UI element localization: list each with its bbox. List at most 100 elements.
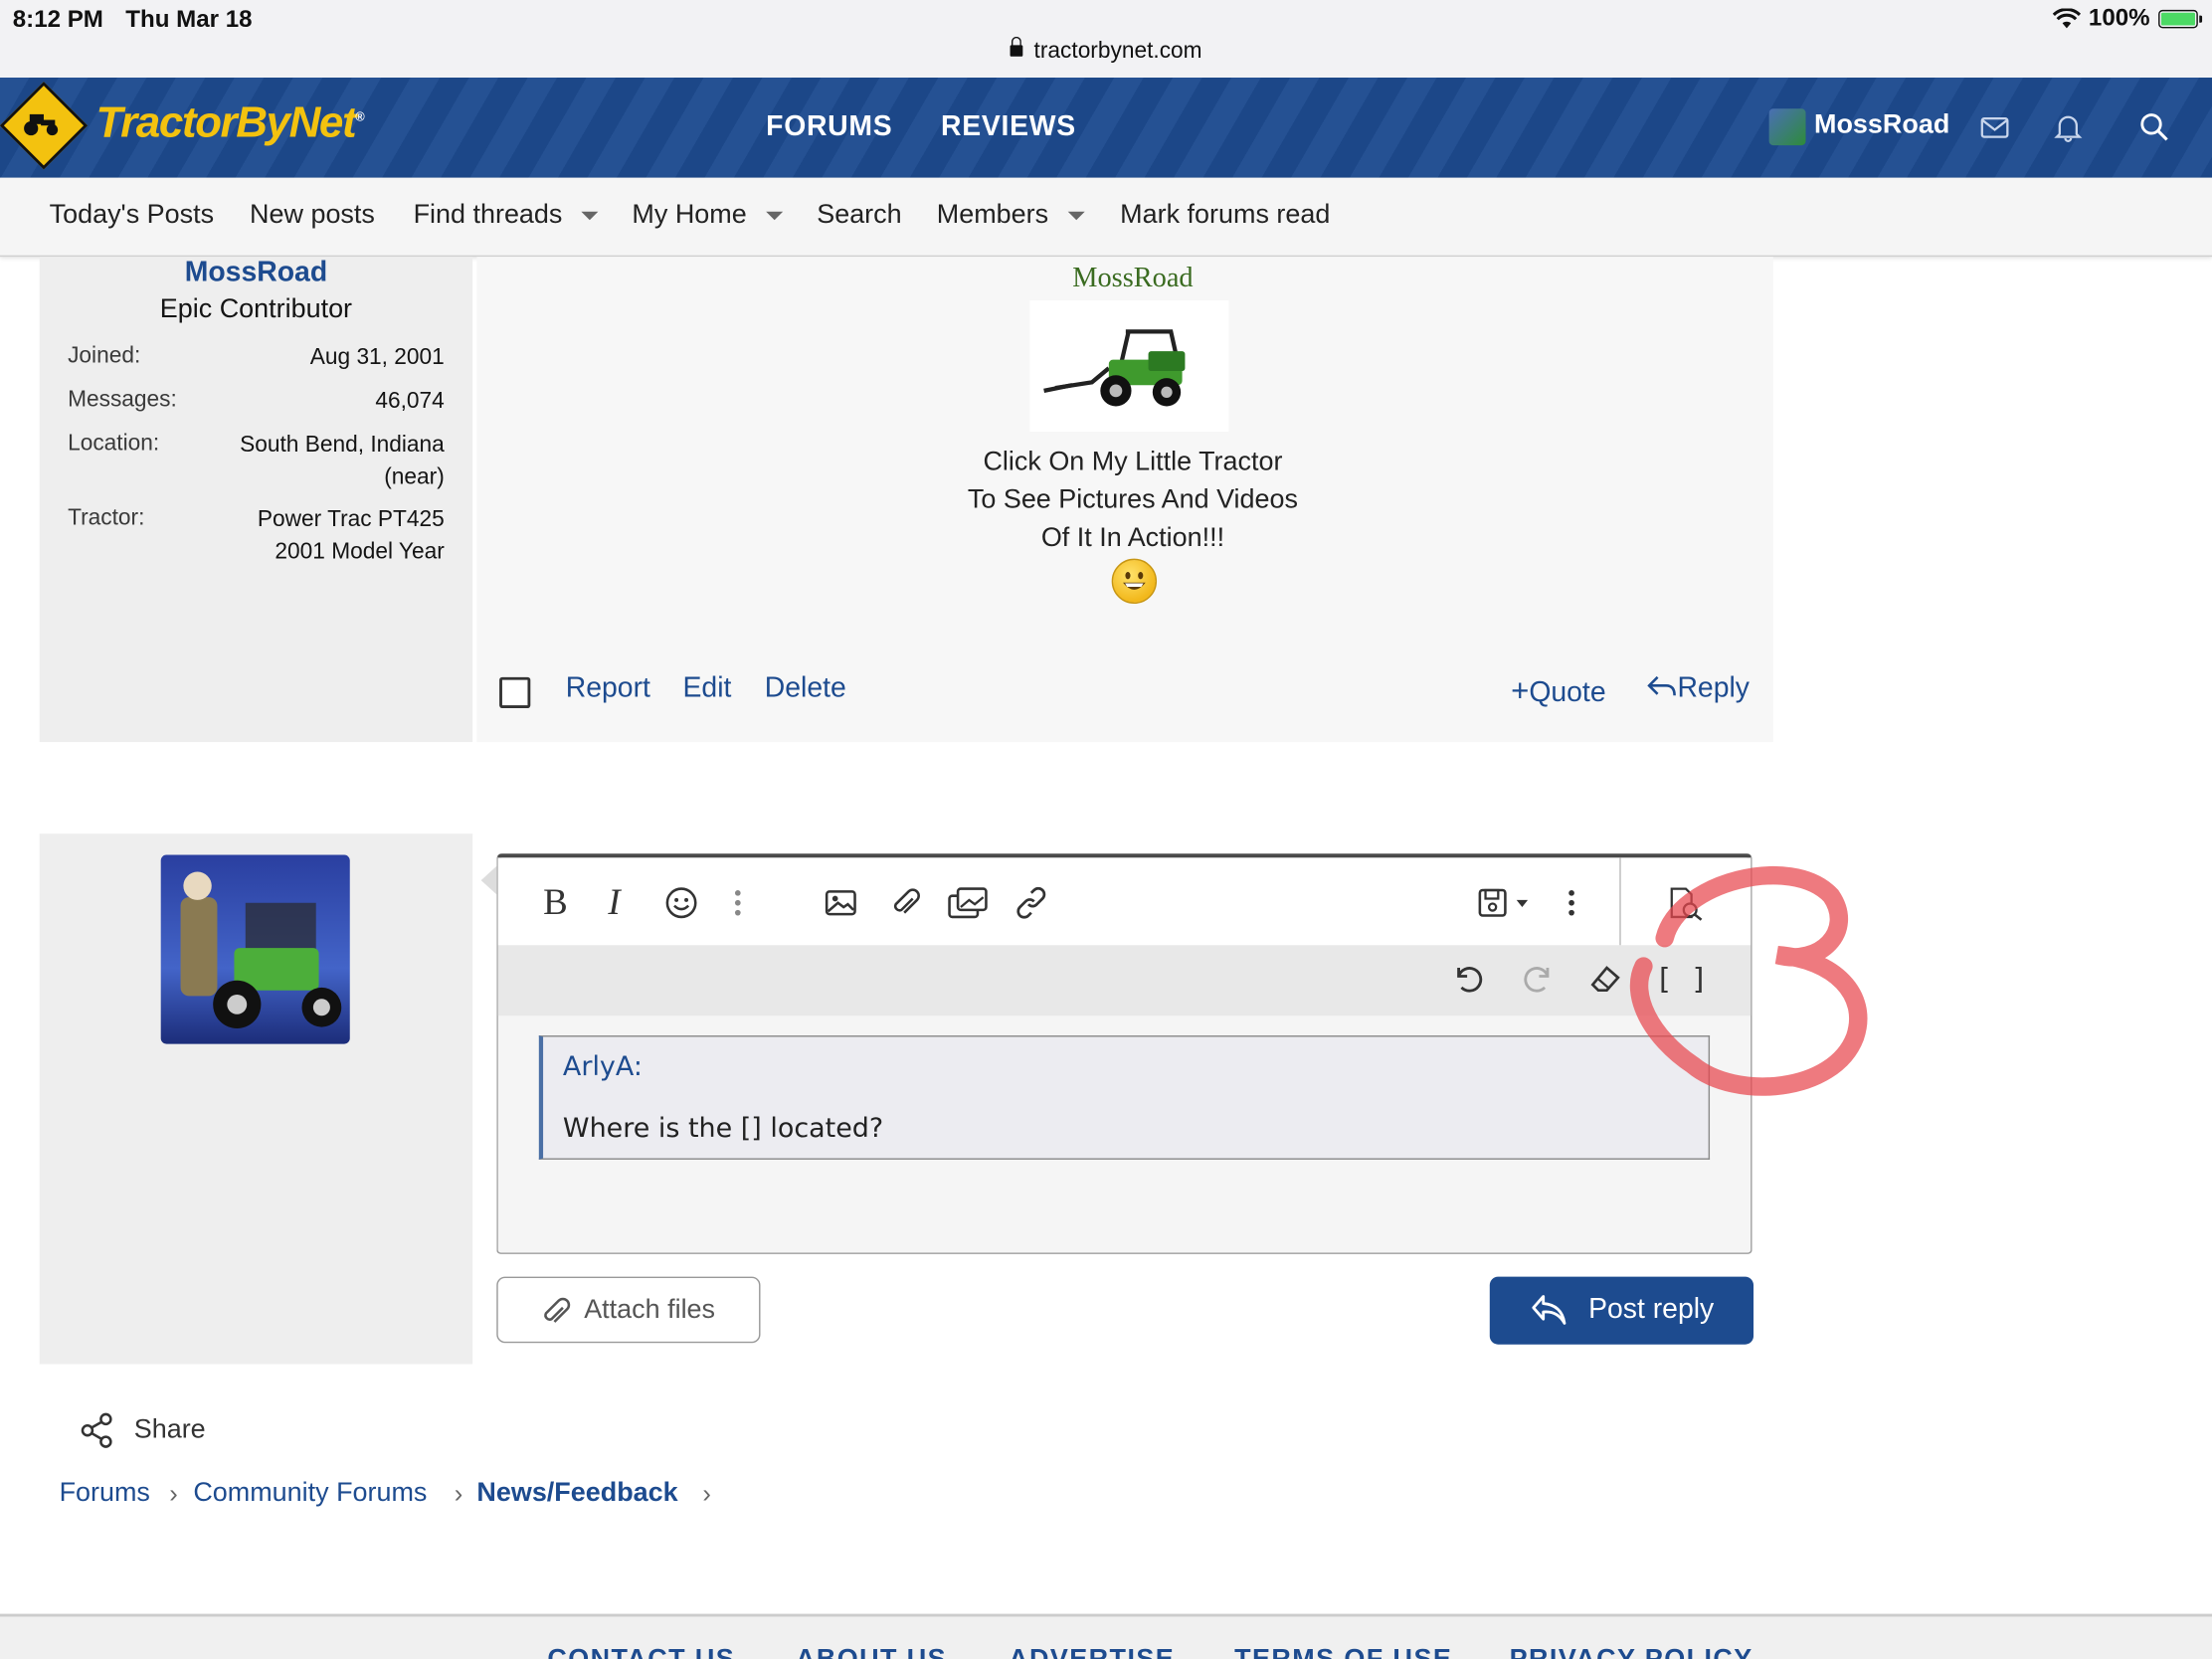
bell-icon[interactable]: [2053, 111, 2084, 142]
search-icon[interactable]: [2138, 111, 2169, 142]
stat-value-messages[interactable]: 46,074: [375, 385, 444, 418]
chevron-down-icon[interactable]: [581, 211, 599, 221]
post-body: MossRoad Click On My Little Tractor To S…: [476, 257, 1773, 743]
select-post-checkbox[interactable]: [499, 676, 531, 709]
subnav-new-posts[interactable]: New posts: [250, 200, 375, 231]
undo-icon[interactable]: [1452, 962, 1486, 996]
attach-files-button[interactable]: Attach files: [496, 1276, 761, 1344]
footer-contact-us[interactable]: CONTACT US: [547, 1645, 735, 1659]
quote-text: Where is the [] located?: [562, 1113, 884, 1145]
signature-text: Click On My Little Tractor To See Pictur…: [476, 443, 1788, 557]
stat-value-joined: Aug 31, 2001: [309, 345, 445, 370]
tractor-illustration: [1043, 329, 1186, 407]
address-bar[interactable]: tractorbynet.com: [0, 36, 2212, 66]
signature-line: Click On My Little Tractor: [983, 447, 1283, 477]
header-username[interactable]: MossRoad: [1814, 110, 1949, 141]
share-label[interactable]: Share: [134, 1415, 206, 1446]
stat-key-location: Location:: [68, 432, 160, 457]
status-time: 8:12 PM: [12, 5, 103, 33]
subnav-search[interactable]: Search: [817, 200, 901, 231]
user-avatar[interactable]: [160, 854, 350, 1044]
subnav-find-threads[interactable]: Find threads: [414, 200, 563, 231]
ios-status-bar: 8:12 PM Thu Mar 18 tractorbynet.com 100%: [0, 0, 2212, 79]
subnav-mark-forums-read[interactable]: Mark forums read: [1120, 200, 1330, 231]
post-user-title: Epic Contributor: [159, 294, 353, 325]
subnav-todays-posts[interactable]: Today's Posts: [50, 200, 214, 231]
editor-pointer: [480, 865, 497, 895]
breadcrumb-news-feedback[interactable]: News/Feedback: [476, 1478, 677, 1509]
more-options-icon[interactable]: [1566, 889, 1576, 917]
site-header: TractorByNet® FORUMS REVIEWS MossRoad: [0, 78, 2212, 178]
report-link[interactable]: Report: [566, 673, 650, 706]
sub-navigation: Today's Posts New posts Find threads My …: [0, 177, 2212, 258]
post-reply-label: Post reply: [1588, 1293, 1715, 1325]
redo-icon[interactable]: [1521, 962, 1555, 996]
stat-key-tractor: Tractor:: [68, 506, 145, 531]
reply-user-panel: [39, 833, 473, 1365]
envelope-icon[interactable]: [1979, 111, 2010, 142]
site-logo[interactable]: TractorByNet®: [95, 97, 364, 148]
reply-arrow-icon: [1647, 675, 1676, 696]
quote-link[interactable]: +Quote: [1511, 673, 1606, 710]
media-icon[interactable]: [947, 884, 990, 921]
link-icon[interactable]: [1013, 886, 1049, 920]
subnav-members[interactable]: Members: [937, 200, 1048, 231]
footer-advertise[interactable]: ADVERTISE: [1009, 1645, 1175, 1659]
status-right: 100%: [2052, 4, 2203, 32]
delete-link[interactable]: Delete: [765, 673, 846, 706]
nav-forums[interactable]: FORUMS: [766, 111, 892, 144]
stat-value-location: South Bend, Indiana (near): [240, 433, 445, 490]
tractor-silhouette-icon: [24, 113, 59, 136]
status-date: Thu Mar 18: [125, 5, 253, 33]
attach-files-label: Attach files: [584, 1295, 716, 1325]
stat-key-messages: Messages:: [68, 388, 177, 413]
lock-icon: [1010, 36, 1023, 57]
chevron-right-icon: ›: [702, 1479, 711, 1509]
edit-link[interactable]: Edit: [682, 673, 731, 706]
wifi-icon: [2052, 7, 2081, 28]
nav-reviews[interactable]: REVIEWS: [941, 111, 1076, 144]
breadcrumb-community-forums[interactable]: Community Forums: [193, 1478, 427, 1509]
more-vertical-icon[interactable]: [732, 889, 743, 917]
grinning-emoji-icon: [1111, 558, 1158, 605]
chevron-right-icon: ›: [169, 1479, 178, 1509]
editor-toolbar-row1: B I: [497, 857, 1751, 946]
battery-percent: 100%: [2088, 4, 2150, 32]
footer-privacy-policy[interactable]: PRIVACY POLICY: [1510, 1645, 1753, 1659]
quote-block[interactable]: ArlyA: Where is the [] located?: [538, 1035, 1711, 1160]
save-draft-icon[interactable]: [1477, 887, 1534, 918]
image-icon[interactable]: [824, 887, 857, 918]
signature-line: Of It In Action!!!: [1040, 523, 1225, 554]
subnav-my-home[interactable]: My Home: [632, 200, 746, 231]
editor-toolbar-row2: [ ]: [497, 945, 1751, 1016]
stat-key-joined: Joined:: [68, 344, 141, 369]
reply-link[interactable]: Reply: [1646, 673, 1750, 706]
paperclip-icon: [544, 1297, 571, 1323]
user-avatar-small[interactable]: [1768, 108, 1806, 146]
post-username[interactable]: MossRoad: [40, 257, 472, 289]
signature-line: To See Pictures And Videos: [967, 484, 1298, 515]
chevron-right-icon: ›: [454, 1479, 463, 1509]
post-user-info: MossRoad Epic Contributor Joined: Aug 31…: [39, 257, 473, 743]
site-footer: CONTACT US ABOUT US ADVERTISE TERMS OF U…: [0, 1613, 2212, 1659]
reply-editor: B I [ ] ArlyA: Where is the [] located?: [496, 853, 1752, 1254]
breadcrumb-forums[interactable]: Forums: [60, 1478, 150, 1509]
plus-icon: +: [1511, 672, 1530, 709]
url-text: tractorbynet.com: [1033, 39, 1202, 64]
italic-icon[interactable]: I: [608, 881, 620, 924]
stat-value-tractor: Power Trac PT425 2001 Model Year: [257, 507, 445, 565]
attachment-icon[interactable]: [890, 886, 921, 920]
chevron-down-icon[interactable]: [1067, 211, 1085, 221]
smiley-icon[interactable]: [664, 886, 698, 920]
red-annotation-circle: [1629, 866, 1868, 1096]
signature-name: MossRoad: [1072, 262, 1194, 294]
bold-icon[interactable]: B: [543, 881, 568, 924]
footer-about-us[interactable]: ABOUT US: [796, 1645, 947, 1659]
post-reply-button[interactable]: Post reply: [1489, 1276, 1754, 1345]
share-icon[interactable]: [78, 1410, 117, 1450]
chevron-down-icon[interactable]: [766, 211, 784, 221]
footer-terms-of-use[interactable]: TERMS OF USE: [1234, 1645, 1452, 1659]
signature-tractor-image[interactable]: [1029, 300, 1229, 433]
quote-author[interactable]: ArlyA:: [563, 1051, 643, 1082]
reply-arrow-icon: [1532, 1295, 1567, 1325]
